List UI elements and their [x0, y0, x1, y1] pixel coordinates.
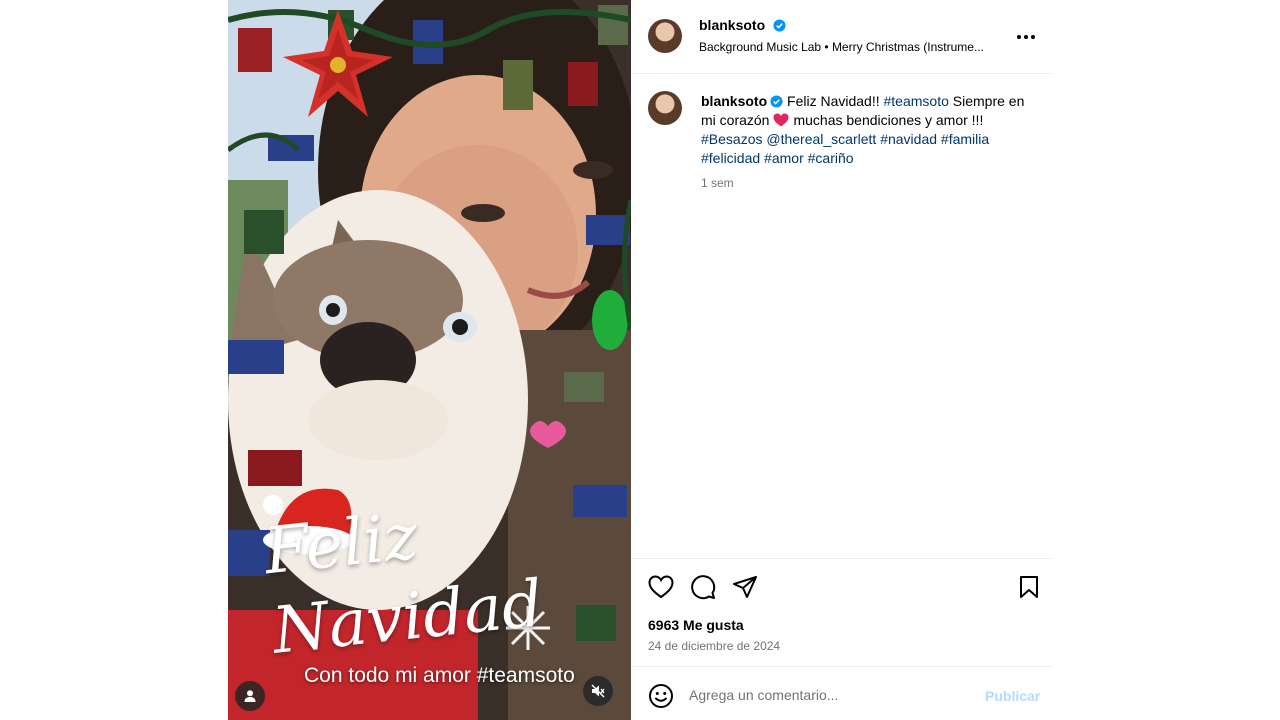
hashtag-besazos[interactable]: #Besazos: [701, 131, 762, 147]
post-media[interactable]: Feliz Navidad Con todo mi amor #teamsoto: [228, 0, 631, 720]
audio-track-link[interactable]: Background Music Lab • Merry Christmas (…: [699, 40, 1004, 54]
more-options-icon: [1017, 35, 1035, 39]
post-side-panel: blanksoto Background Music Lab • Merry C…: [631, 0, 1052, 720]
verified-badge-icon: [773, 19, 786, 32]
emoji-icon[interactable]: [648, 683, 674, 709]
header-avatar[interactable]: [648, 19, 682, 53]
caption-part2: muchas bendiciones y amor !!!: [793, 112, 984, 128]
hashtag-navidad[interactable]: #navidad: [880, 131, 937, 147]
comment-bar: Publicar: [631, 666, 1052, 720]
comment-input[interactable]: [689, 681, 969, 709]
save-button[interactable]: [1015, 573, 1043, 601]
bookmark-icon: [1020, 576, 1038, 598]
header-username-row: blanksoto: [699, 17, 786, 35]
share-button[interactable]: [731, 573, 759, 601]
red-heart-emoji-icon: [773, 113, 789, 127]
comment-icon: [691, 575, 716, 600]
mute-icon: [591, 684, 605, 698]
share-icon: [733, 576, 757, 598]
post-header: blanksoto Background Music Lab • Merry C…: [631, 0, 1052, 74]
post-date[interactable]: 24 de diciembre de 2024: [648, 639, 780, 653]
like-button[interactable]: [647, 573, 675, 601]
hashtag-familia[interactable]: #familia: [941, 131, 989, 147]
hashtag-amor[interactable]: #amor: [764, 150, 804, 166]
hashtag-felicidad[interactable]: #felicidad: [701, 150, 760, 166]
more-options-button[interactable]: [1014, 25, 1038, 49]
comment-button[interactable]: [689, 573, 717, 601]
caption-text: blanksoto Feliz Navidad!! #teamsoto Siem…: [701, 92, 1031, 168]
user-tag-icon: [244, 690, 256, 702]
caption-intro: Feliz Navidad!!: [787, 93, 880, 109]
caption-time[interactable]: 1 sem: [701, 176, 734, 190]
hashtag-carino[interactable]: #cariño: [808, 150, 854, 166]
caption-avatar[interactable]: [648, 91, 682, 125]
mention-thereal-scarlett[interactable]: @thereal_scarlett: [766, 131, 876, 147]
mute-button[interactable]: [583, 676, 613, 706]
likes-count[interactable]: 6963 Me gusta: [648, 617, 744, 633]
header-username[interactable]: blanksoto: [699, 17, 765, 33]
heart-icon: [648, 575, 674, 599]
verified-badge-icon: [770, 95, 783, 108]
post-actions-bar: [631, 558, 1052, 614]
hashtag-teamsoto[interactable]: #teamsoto: [884, 93, 949, 109]
publish-button[interactable]: Publicar: [985, 688, 1040, 704]
caption-username[interactable]: blanksoto: [701, 93, 767, 109]
user-tag-button[interactable]: [235, 681, 265, 711]
media-overlay-subtitle: Con todo mi amor #teamsoto: [304, 664, 575, 687]
